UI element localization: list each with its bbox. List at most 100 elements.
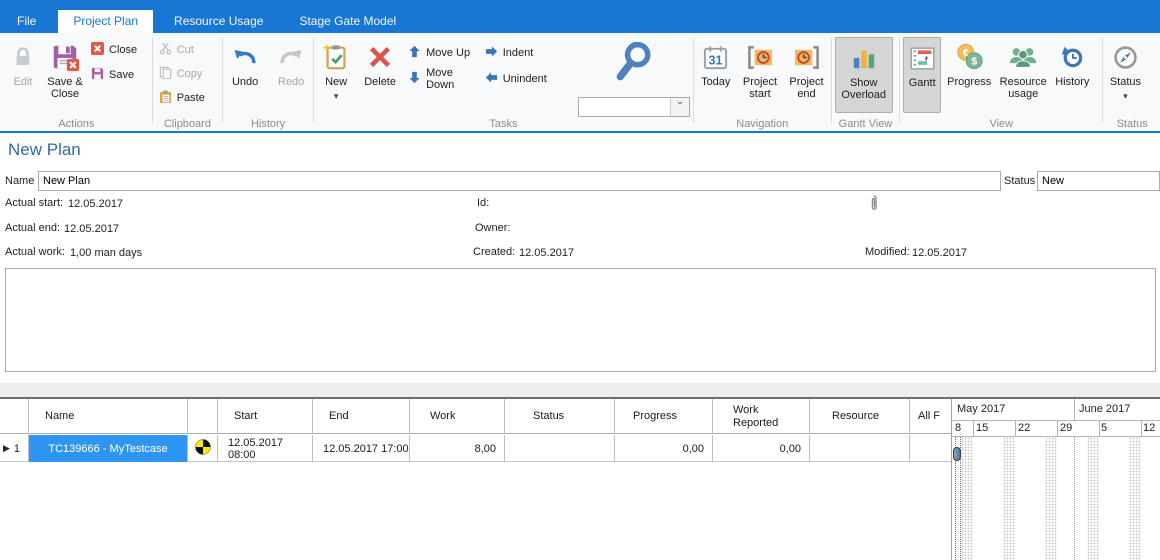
page-title: New Plan (8, 140, 81, 160)
cut-button[interactable]: Cut (156, 42, 208, 58)
cell-name-selected[interactable]: TC139666 - MyTestcase (29, 435, 188, 462)
close-button[interactable]: Close (88, 42, 140, 58)
row-indicator-header (0, 399, 29, 434)
actual-end-value: 12.05.2017 (64, 223, 119, 235)
week-tick: 5 (1101, 422, 1107, 434)
copy-button[interactable]: Copy (156, 66, 208, 82)
new-button[interactable]: New (317, 37, 355, 102)
weekend-band (961, 437, 973, 560)
cell-start[interactable]: 12.05.2017 08:00 (218, 435, 313, 462)
project-end-button[interactable]: Project end (785, 37, 828, 100)
column-header-work-reported[interactable]: Work Reported (713, 399, 810, 434)
ribbon-group-clipboard: Cut Copy Paste Clipboard (154, 35, 221, 131)
gantt-chart-icon (909, 42, 936, 74)
resource-usage-button[interactable]: Resource usage (997, 37, 1049, 100)
redo-button[interactable]: Redo (272, 37, 310, 88)
cell-end[interactable]: 12.05.2017 17:00 (313, 435, 410, 462)
progress-button[interactable]: €$ Progress (944, 37, 994, 88)
group-separator (831, 38, 832, 123)
gantt-button[interactable]: Gantt (903, 37, 941, 113)
move-down-button[interactable]: Move Down (405, 71, 476, 87)
tab-stage-gate-model[interactable]: Stage Gate Model (284, 10, 411, 33)
actual-start-label: Actual start: (5, 197, 63, 209)
column-header-resource[interactable]: Resource (810, 399, 910, 434)
save-button[interactable]: Save (88, 67, 140, 83)
owner-label: Owner: (475, 222, 510, 234)
status-button[interactable]: Status (1106, 37, 1144, 102)
indent-button[interactable]: Indent (482, 45, 550, 61)
cell-status[interactable] (505, 435, 615, 462)
gantt-chart-area[interactable] (952, 437, 1160, 560)
week-tick: 15 (976, 422, 988, 434)
tab-file[interactable]: File (2, 10, 51, 33)
paste-button[interactable]: Paste (156, 90, 208, 106)
scissors-icon (159, 42, 172, 58)
save-and-close-button[interactable]: Save & Close (42, 37, 88, 100)
modified-value: 12.05.2017 (912, 247, 967, 259)
month-gridline (1074, 437, 1075, 560)
id-label: Id: (477, 197, 489, 209)
project-start-icon (746, 41, 775, 73)
ribbon-tab-bar: File Project Plan Resource Usage Stage G… (0, 0, 1160, 33)
svg-text:31: 31 (709, 53, 723, 67)
save-icon (91, 67, 104, 83)
paperclip-icon[interactable] (868, 194, 879, 215)
table-row: ▶ 1 TC139666 - MyTestcase 12.05.2017 08:… (0, 435, 951, 462)
ribbon-group-gantt-view: Show Overload Gantt View (833, 35, 898, 131)
row-focus-arrow-icon: ▶ (3, 443, 10, 454)
svg-text:$: $ (971, 56, 977, 67)
project-start-button[interactable]: Project start (739, 37, 782, 100)
cell-progress[interactable]: 0,00 (615, 435, 713, 462)
weekend-band (1087, 437, 1099, 560)
column-header-all-f[interactable]: All F (910, 399, 951, 434)
created-value: 12.05.2017 (519, 247, 574, 259)
tab-project-plan[interactable]: Project Plan (58, 10, 153, 33)
status-input[interactable] (1037, 171, 1160, 191)
history-button[interactable]: History (1052, 37, 1092, 88)
week-separator (1141, 421, 1142, 437)
column-header-work[interactable]: Work (410, 399, 505, 434)
cell-resource[interactable] (810, 435, 910, 462)
undo-icon (231, 41, 259, 73)
month-label-june: June 2017 (1079, 403, 1130, 415)
column-header-name[interactable]: Name (29, 399, 188, 434)
gantt-task-bar[interactable] (953, 447, 961, 461)
gantt-panel[interactable]: May 2017 June 2017 8 15 22 29 5 12 (951, 399, 1160, 560)
month-separator (1074, 399, 1075, 421)
column-header-start[interactable]: Start (218, 399, 313, 434)
week-separator (1099, 421, 1100, 437)
search-combobox (578, 97, 690, 117)
cell-work-reported[interactable]: 0,00 (713, 435, 810, 462)
column-header-progress[interactable]: Progress (615, 399, 713, 434)
weekend-band (1129, 437, 1141, 560)
description-textarea[interactable] (5, 268, 1156, 372)
today-button[interactable]: 31 Today (697, 37, 735, 88)
column-header-status[interactable]: Status (505, 399, 615, 434)
week-separator (1015, 421, 1016, 437)
cell-work[interactable]: 8,00 (410, 435, 505, 462)
ribbon-group-actions: Edit Save & Close Close (2, 35, 151, 131)
unindent-button[interactable]: Unindent (482, 71, 550, 87)
gantt-week-header: 8 15 22 29 5 12 (952, 421, 1160, 437)
column-header-end[interactable]: End (313, 399, 410, 434)
overload-bars-icon (851, 42, 877, 74)
week-separator (1057, 421, 1058, 437)
grid-header-row: Name Start End Work Status Progress Work… (0, 399, 951, 434)
paste-icon (159, 90, 172, 107)
group-separator (313, 38, 314, 123)
name-input[interactable] (38, 171, 1001, 191)
edit-button[interactable]: Edit (4, 37, 42, 88)
column-header-icon[interactable] (188, 399, 218, 434)
cell-type-icon[interactable] (188, 435, 218, 462)
cell-all-f[interactable] (910, 435, 951, 462)
week-separator (973, 421, 974, 437)
move-up-button[interactable]: Move Up (405, 45, 476, 61)
show-overload-button[interactable]: Show Overload (835, 37, 893, 113)
row-number-cell[interactable]: ▶ 1 (0, 435, 29, 462)
search-dropdown-button[interactable] (670, 98, 689, 116)
chevron-down-icon (334, 90, 339, 102)
search-input[interactable] (579, 98, 670, 116)
delete-button[interactable]: Delete (361, 37, 399, 88)
undo-button[interactable]: Undo (226, 37, 264, 88)
tab-resource-usage[interactable]: Resource Usage (159, 10, 278, 33)
